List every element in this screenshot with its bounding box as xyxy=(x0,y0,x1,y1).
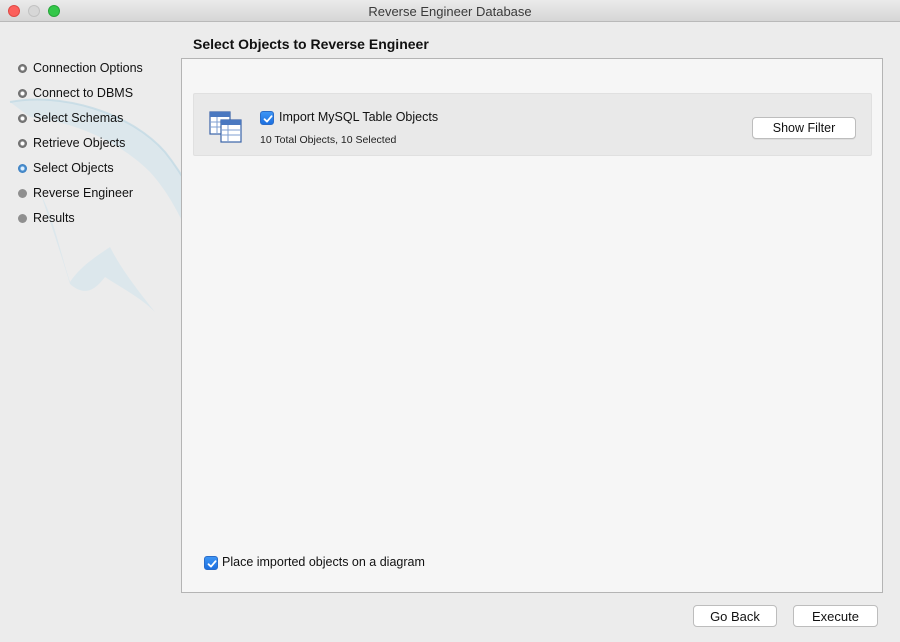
objects-panel: Import MySQL Table Objects 10 Total Obje… xyxy=(181,58,883,593)
step-pending-indicator-icon xyxy=(18,214,27,223)
step-select-objects: Select Objects xyxy=(18,160,178,185)
go-back-button[interactable]: Go Back xyxy=(693,605,777,627)
step-connect-to-dbms: Connect to DBMS xyxy=(18,85,178,110)
checkmark-icon xyxy=(207,560,217,568)
page-title: Select Objects to Reverse Engineer xyxy=(193,36,429,52)
step-label: Connect to DBMS xyxy=(33,86,134,100)
step-done-indicator-icon xyxy=(18,89,27,98)
object-type-row: Import MySQL Table Objects 10 Total Obje… xyxy=(193,93,872,156)
step-label: Select Objects xyxy=(33,161,114,175)
step-reverse-engineer: Reverse Engineer xyxy=(18,185,178,210)
step-select-schemas: Select Schemas xyxy=(18,110,178,135)
step-label: Results xyxy=(33,211,75,225)
step-pending-indicator-icon xyxy=(18,189,27,198)
table-objects-icon xyxy=(209,111,242,143)
object-count-text: 10 Total Objects, 10 Selected xyxy=(260,134,397,146)
place-on-diagram-label[interactable]: Place imported objects on a diagram xyxy=(222,555,425,569)
step-retrieve-objects: Retrieve Objects xyxy=(18,135,178,160)
import-table-objects-label[interactable]: Import MySQL Table Objects xyxy=(279,110,438,124)
show-filter-button[interactable]: Show Filter xyxy=(752,117,856,139)
execute-button[interactable]: Execute xyxy=(793,605,878,627)
window-title: Reverse Engineer Database xyxy=(368,4,532,19)
wizard-steps: Connection Options Connect to DBMS Selec… xyxy=(18,60,178,235)
import-table-objects-checkbox[interactable] xyxy=(260,111,274,125)
step-label: Reverse Engineer xyxy=(33,186,134,200)
step-current-indicator-icon xyxy=(18,164,27,173)
step-done-indicator-icon xyxy=(18,139,27,148)
step-connection-options: Connection Options xyxy=(18,60,178,85)
step-results: Results xyxy=(18,210,178,235)
step-done-indicator-icon xyxy=(18,114,27,123)
title-bar: Reverse Engineer Database xyxy=(0,0,900,22)
step-label: Connection Options xyxy=(33,61,143,75)
step-label: Select Schemas xyxy=(33,111,124,125)
step-done-indicator-icon xyxy=(18,64,27,73)
place-on-diagram-checkbox[interactable] xyxy=(204,556,218,570)
step-label: Retrieve Objects xyxy=(33,136,126,150)
checkmark-icon xyxy=(263,115,273,123)
